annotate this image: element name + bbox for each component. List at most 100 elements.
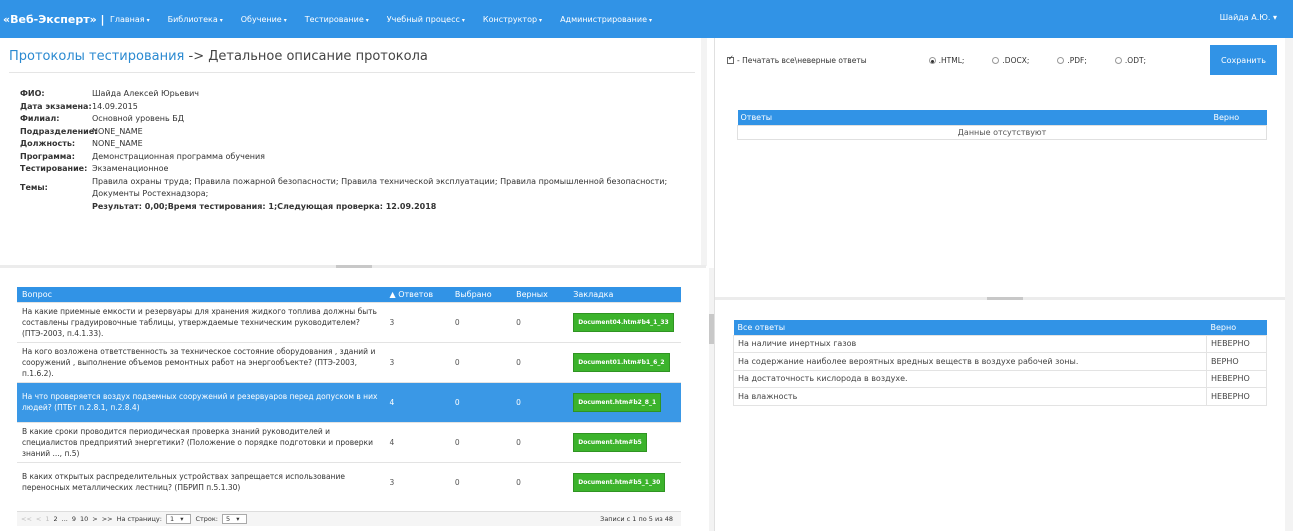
last-page-button[interactable]: >> <box>102 515 113 523</box>
menu-constructor[interactable]: Конструктор ▾ <box>483 15 542 24</box>
question-text: На что проверяется воздух подземных соор… <box>17 381 385 422</box>
page-ellipsis: ... <box>61 515 68 523</box>
bookmark-cell: Document.htm#b5_1_30 <box>568 461 681 502</box>
details-scrollbar[interactable] <box>701 38 707 266</box>
info-label: Дата экзамена: <box>20 101 92 111</box>
answer-text: На влажность <box>733 387 1207 406</box>
bookmark-link[interactable]: Document01.htm#b1_6_2 <box>573 352 670 372</box>
format-html-radio[interactable]: .HTML; <box>928 56 964 65</box>
main-menu: Главная ▾ Библиотека ▾ Обучение ▾ Тестирова… <box>110 15 670 24</box>
topics-line: Документы Ростехнадзора; <box>92 189 209 198</box>
table-row[interactable]: На достаточность кислорода в воздухе. НЕВ… <box>733 369 1267 388</box>
per-page-select[interactable]: 1 ▾ <box>165 514 192 524</box>
menu-learning[interactable]: Обучение ▾ <box>241 15 287 24</box>
page-1-button[interactable]: 1 <box>45 515 49 523</box>
col-question[interactable]: Вопрос <box>17 287 385 302</box>
table-row-selected[interactable]: На что проверяется воздух подземных соор… <box>17 381 681 422</box>
info-label: Темы: <box>20 182 48 192</box>
radio-icon <box>1057 57 1065 64</box>
menu-label: Учебный процесс <box>386 14 460 24</box>
caret-down-icon: ▾ <box>236 515 240 523</box>
menu-main[interactable]: Главная ▾ <box>110 15 150 24</box>
protocol-details-panel: Протоколы тестирования -> Детальное опис… <box>0 38 706 266</box>
col-bookmark[interactable]: Закладка <box>568 287 681 302</box>
table-row[interactable]: На кого возложена ответственность за тех… <box>17 341 681 382</box>
print-all-label: - Печатать все\неверные ответы <box>737 56 867 65</box>
user-menu[interactable]: Шайда А.Ю. ▾ <box>1220 13 1277 22</box>
col-chosen[interactable]: Выбрано <box>449 287 512 302</box>
bookmark-link[interactable]: Document.htm#b2_8_1 <box>573 392 662 412</box>
question-text: В какие сроки проводится периодическая п… <box>17 421 385 462</box>
breadcrumb-protocols-link[interactable]: Протоколы тестирования <box>9 49 184 64</box>
col-correct[interactable]: Верно <box>1206 320 1267 335</box>
table-row[interactable]: В каких открытых распределительных устро… <box>17 461 681 502</box>
menu-testing[interactable]: Тестирование ▾ <box>305 15 369 24</box>
radio-selected-icon <box>928 57 936 64</box>
format-docx-radio[interactable]: .DOCX; <box>992 56 1029 65</box>
table-row[interactable]: В какие сроки проводится периодическая п… <box>17 421 681 462</box>
right-splitter-handle[interactable] <box>987 297 1023 300</box>
table-row[interactable]: На влажность НЕВЕРНО <box>733 387 1267 406</box>
col-correct[interactable]: Верных <box>511 287 569 302</box>
col-answers[interactable]: ▲ Ответов <box>384 287 450 302</box>
info-value: Экзаменационное <box>92 164 169 173</box>
col-answers-label: Ответов <box>398 289 434 299</box>
info-value: Демонстрационная программа обучения <box>92 151 265 161</box>
answer-text: На содержание наиболее вероятных вредных… <box>733 352 1207 371</box>
menu-administration[interactable]: Администрирование ▾ <box>560 15 652 24</box>
caret-down-icon: ▾ <box>219 16 223 24</box>
info-label: Подразделение: <box>20 126 98 136</box>
format-pdf-radio[interactable]: .PDF; <box>1057 56 1087 65</box>
caret-down-icon: ▾ <box>146 16 150 24</box>
brand-logo[interactable]: «Веб-Эксперт» | <box>0 13 110 26</box>
answer-verdict: НЕВЕРНО <box>1206 369 1267 388</box>
bookmark-link[interactable]: Document.htm#b5_1_30 <box>573 472 666 492</box>
right-scrollbar[interactable] <box>1285 38 1293 531</box>
save-button[interactable]: Сохранить <box>1210 45 1277 75</box>
next-page-button[interactable]: > <box>92 515 97 523</box>
info-label: Филиал: <box>20 114 60 123</box>
table-row[interactable]: На какие приемные емкости и резервуары д… <box>17 301 681 342</box>
info-label: Должность: <box>20 139 76 148</box>
col-correct[interactable]: Верно <box>1210 110 1267 125</box>
info-value: NONE_NAME <box>92 126 143 136</box>
question-text: На какие приемные емкости и резервуары д… <box>17 301 385 342</box>
pagination-bar: << < 1 2 ... 9 10 > >> На страницу: 1 ▾ … <box>17 511 681 526</box>
col-all-answers[interactable]: Все ответы <box>733 320 1207 335</box>
bookmark-link[interactable]: Document.htm#b5 <box>573 432 647 452</box>
empty-row: Данные отсутствуют <box>737 124 1267 140</box>
caret-down-icon: ▾ <box>365 16 369 24</box>
answer-verdict: НЕВЕРНО <box>1206 334 1267 353</box>
time-value: 1; <box>268 201 278 211</box>
print-all-checkbox[interactable]: - Печатать все\неверные ответы <box>727 54 867 65</box>
all-answers-table: Все ответы Верно На наличие инертных газ… <box>733 320 1267 406</box>
page-9-button[interactable]: 9 <box>72 515 76 523</box>
topics-line: Правила охраны труда; Правила пожарной б… <box>92 176 668 186</box>
bookmark-link[interactable]: Document04.htm#b4_1_33 <box>573 312 674 332</box>
correct-count: 0 <box>511 301 569 342</box>
left-splitter-handle[interactable] <box>336 265 372 268</box>
top-navbar: «Веб-Эксперт» | Главная ▾ Библиотека ▾ Обу… <box>0 0 1293 38</box>
rows-select[interactable]: 5 ▾ <box>222 514 248 524</box>
page-10-button[interactable]: 10 <box>80 515 88 523</box>
answers-count: 3 <box>384 461 450 502</box>
chosen-count: 0 <box>449 301 512 342</box>
menu-study-process[interactable]: Учебный процесс ▾ <box>387 15 465 24</box>
menu-library[interactable]: Библиотека ▾ <box>168 15 223 24</box>
table-header-row: Вопрос ▲ Ответов Выбрано Верных Закладка <box>17 287 681 302</box>
next-check-value: 12.09.2018 <box>385 201 437 211</box>
prev-page-button[interactable]: < <box>36 515 41 523</box>
menu-label: Библиотека <box>167 14 218 24</box>
format-odt-radio[interactable]: .ODT; <box>1114 56 1146 65</box>
caret-down-icon: ▾ <box>461 16 465 24</box>
page-2-button[interactable]: 2 <box>54 515 58 523</box>
menu-label: Тестирование <box>304 14 364 24</box>
col-answers[interactable]: Ответы <box>737 110 1211 125</box>
checkbox-checked-icon <box>727 54 734 64</box>
table-row[interactable]: На наличие инертных газов НЕВЕРНО <box>733 334 1267 353</box>
page-title: Протоколы тестирования -> Детальное опис… <box>9 49 428 64</box>
table-row[interactable]: На содержание наиболее вероятных вредных… <box>733 352 1267 371</box>
first-page-button[interactable]: << <box>21 515 32 523</box>
answer-text: На наличие инертных газов <box>733 334 1207 353</box>
vertical-divider <box>714 38 715 531</box>
